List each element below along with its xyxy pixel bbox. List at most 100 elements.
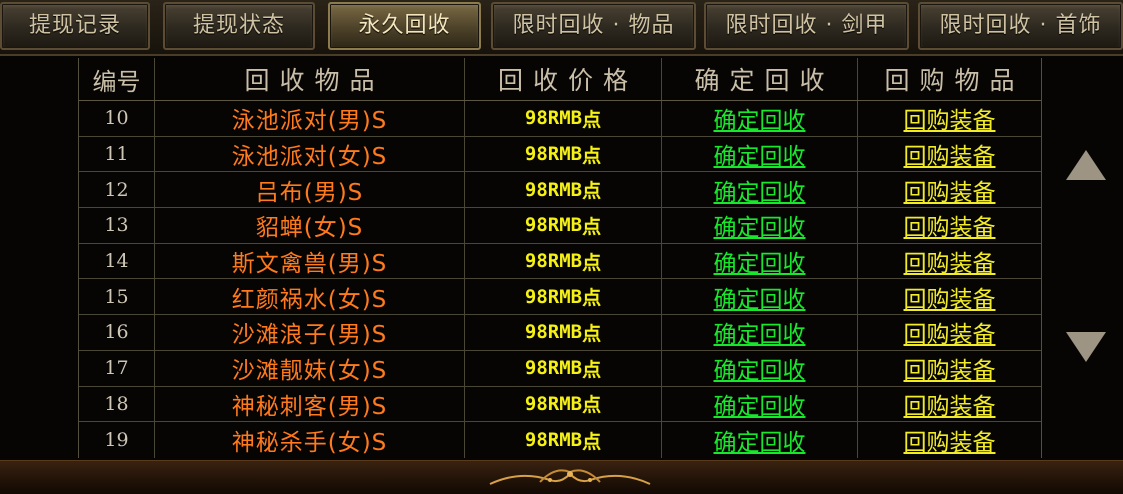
row-id: 15 — [79, 279, 155, 315]
tab-limited-recycle-weapons-armor[interactable]: 限时回收 · 剑甲 — [704, 2, 909, 50]
row-confirm-cell: 确定回收 — [662, 208, 858, 243]
table-row: 11 泳池派对(女)S 98RMB 点确定回收 回购装备 — [79, 136, 1041, 173]
row-price: 98RMB 点 — [465, 243, 662, 279]
table-row: 15 红颜祸水(女)S 98RMB 点 确定回收 回购装备 — [79, 279, 1041, 316]
row-price-value: 98RMB — [524, 250, 583, 273]
row-item-name: 神秘刺客(男)S — [155, 386, 465, 422]
row-price-value: 98RMB — [524, 321, 583, 344]
tab-limited-recycle-items[interactable]: 限时回收 · 物品 — [491, 2, 696, 50]
buyback-equipment-link[interactable]: 回购装备 — [904, 315, 996, 349]
confirm-recycle-link[interactable]: 确定回收 — [714, 101, 806, 135]
row-price-value: 98RMB — [524, 143, 583, 166]
row-buyback-cell: 回购装备 — [858, 244, 1041, 279]
row-buyback-cell: 回购装备 — [858, 172, 1041, 207]
scroll-up-arrow-icon[interactable] — [1066, 150, 1106, 180]
row-price: 98RMB 点 — [465, 101, 662, 136]
row-id: 10 — [79, 101, 155, 136]
row-price: 98RMB 点 — [465, 172, 662, 208]
table-row: 19 神秘杀手(女)S 98RMB 点确定回收 回购装备 — [79, 422, 1041, 458]
row-price-unit: 点 — [582, 251, 602, 274]
buyback-equipment-link[interactable]: 回购装备 — [904, 101, 996, 135]
row-price: 98RMB 点 — [465, 315, 662, 350]
buyback-equipment-link[interactable]: 回购装备 — [904, 244, 996, 278]
row-price-value: 98RMB — [524, 357, 583, 380]
row-price: 98RMB 点 — [465, 279, 662, 315]
row-id: 11 — [79, 136, 155, 172]
header-id: 编号 — [79, 58, 155, 100]
buyback-equipment-link[interactable]: 回购装备 — [904, 351, 996, 385]
tab-withdraw-status[interactable]: 提现状态 — [163, 2, 315, 50]
row-price: 98RMB 点 — [465, 136, 662, 172]
table-row: 13 貂蝉(女)S 98RMB 点 确定回收 回购装备 — [79, 208, 1041, 244]
row-price-value: 98RMB — [524, 429, 583, 452]
row-id: 18 — [79, 386, 155, 422]
tab-limited-recycle-jewelry[interactable]: 限时回收 · 首饰 — [918, 2, 1123, 50]
row-price-value: 98RMB — [524, 214, 583, 237]
table-row: 18 神秘刺客(男)S 98RMB 点确定回收 回购装备 — [79, 386, 1041, 423]
row-item-name: 泳池派对(女)S — [155, 136, 465, 172]
buyback-equipment-link[interactable]: 回购装备 — [904, 280, 996, 314]
row-confirm-cell: 确定回收 — [662, 315, 858, 350]
row-confirm-cell: 确定回收 — [662, 350, 858, 386]
row-price: 98RMB 点 — [465, 208, 662, 243]
row-item-name: 吕布(男)S — [155, 172, 465, 208]
row-id: 14 — [79, 243, 155, 279]
confirm-recycle-link[interactable]: 确定回收 — [714, 173, 806, 207]
table-row: 14 斯文禽兽(男)S 98RMB 点确定回收 回购装备 — [79, 243, 1041, 280]
header-buyback-item: 回购物品 — [884, 66, 1025, 95]
row-item-name: 沙滩浪子(男)S — [155, 315, 465, 350]
row-buyback-cell: 回购装备 — [858, 315, 1041, 350]
row-price-value: 98RMB — [524, 392, 583, 415]
row-price-value: 98RMB — [524, 107, 583, 130]
row-price-unit: 点 — [582, 144, 602, 167]
confirm-recycle-link[interactable]: 确定回收 — [714, 208, 806, 242]
confirm-recycle-link[interactable]: 确定回收 — [714, 387, 806, 421]
row-price: 98RMB 点 — [465, 386, 662, 422]
row-id: 19 — [79, 422, 155, 458]
row-price-unit: 点 — [582, 430, 602, 453]
confirm-recycle-link[interactable]: 确定回收 — [714, 315, 806, 349]
recycle-table: 编号 回收物品 回收价格 确定回收 回购物品 10 泳池派对(男)S 98RMB 点确… — [78, 58, 1042, 458]
row-confirm-cell: 确定回收 — [662, 172, 858, 208]
row-buyback-cell: 回购装备 — [858, 137, 1041, 172]
buyback-equipment-link[interactable]: 回购装备 — [904, 423, 996, 457]
row-confirm-cell: 确定回收 — [662, 101, 858, 136]
header-recycle-item: 回收物品 — [155, 58, 465, 100]
confirm-recycle-link[interactable]: 确定回收 — [714, 137, 806, 171]
row-item-name: 沙滩靓妹(女)S — [155, 350, 465, 386]
table-row: 10 泳池派对(男)S 98RMB 点 确定回收 回购装备 — [79, 101, 1041, 137]
confirm-recycle-link[interactable]: 确定回收 — [714, 244, 806, 278]
table-row: 12 吕布(男)S 98RMB 点 确定回收 回购装备 — [79, 172, 1041, 209]
buyback-equipment-link[interactable]: 回购装备 — [904, 173, 996, 207]
buyback-equipment-link[interactable]: 回购装备 — [904, 387, 996, 421]
row-buyback-cell: 回购装备 — [858, 422, 1041, 458]
table-header-row: 编号 回收物品 回收价格 确定回收 回购物品 — [79, 58, 1041, 101]
buyback-equipment-link[interactable]: 回购装备 — [904, 137, 996, 171]
row-buyback-cell: 回购装备 — [858, 208, 1041, 243]
row-id: 17 — [79, 350, 155, 386]
row-price-value: 98RMB — [524, 285, 583, 308]
confirm-recycle-link[interactable]: 确定回收 — [714, 423, 806, 457]
tab-permanent-recycle[interactable]: 永久回收 — [328, 2, 481, 50]
row-item-name: 神秘杀手(女)S — [155, 422, 465, 458]
row-confirm-cell: 确定回收 — [662, 243, 858, 279]
row-item-name: 红颜祸水(女)S — [155, 279, 465, 315]
confirm-recycle-link[interactable]: 确定回收 — [714, 351, 806, 385]
scroll-down-arrow-icon[interactable] — [1066, 332, 1106, 362]
tab-bar: 提现记录 提现状态 永久回收 限时回收 · 物品 限时回收 · 剑甲 限时回收 … — [0, 0, 1123, 56]
row-price-unit: 点 — [582, 394, 602, 417]
row-confirm-cell: 确定回收 — [662, 422, 858, 458]
row-price: 98RMB 点 — [465, 422, 662, 458]
confirm-recycle-link[interactable]: 确定回收 — [714, 280, 806, 314]
row-price-unit: 点 — [582, 322, 602, 345]
tab-withdraw-records[interactable]: 提现记录 — [0, 2, 150, 50]
row-item-name: 貂蝉(女)S — [155, 208, 465, 243]
row-buyback-cell: 回购装备 — [858, 351, 1041, 386]
buyback-equipment-link[interactable]: 回购装备 — [904, 208, 996, 242]
row-id: 13 — [79, 208, 155, 243]
row-id: 12 — [79, 172, 155, 208]
header-recycle-price: 回收价格 — [465, 58, 662, 100]
row-item-name: 泳池派对(男)S — [155, 101, 465, 136]
row-price-unit: 点 — [582, 180, 602, 203]
row-confirm-cell: 确定回收 — [662, 136, 858, 172]
